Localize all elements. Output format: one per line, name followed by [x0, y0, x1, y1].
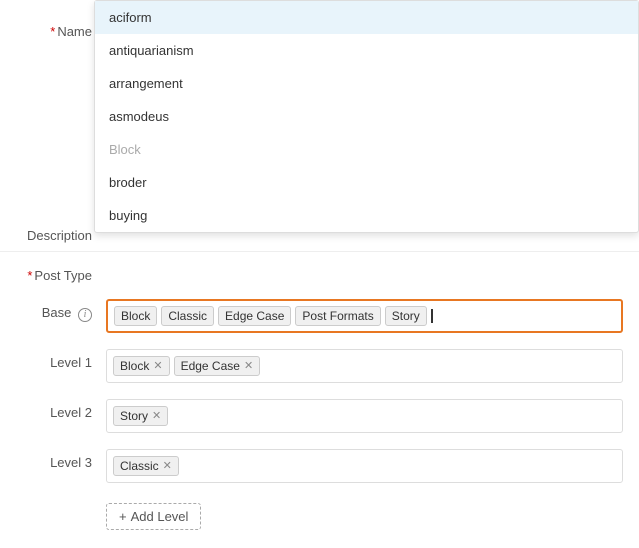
level2-row: Level 2 Story ✕	[0, 391, 639, 441]
level1-label: Level 1	[16, 349, 106, 370]
name-required: *	[50, 24, 55, 39]
base-row: Base i BlockClassicEdge CasePost Formats…	[0, 291, 639, 341]
dropdown-item: Block	[95, 133, 638, 166]
level3-row: Level 3 Classic ✕	[0, 441, 639, 491]
add-level-label: Add Level	[131, 509, 189, 524]
level2-field: Story ✕	[106, 399, 623, 433]
base-tags-input[interactable]: BlockClassicEdge CasePost FormatsStory	[106, 299, 623, 333]
level2-tags-input[interactable]: Story ✕	[106, 399, 623, 433]
tag-remove[interactable]: ✕	[163, 461, 172, 472]
base-field: BlockClassicEdge CasePost FormatsStory	[106, 299, 623, 333]
dropdown-item[interactable]: broder	[95, 166, 638, 199]
level1-row: Level 1 Block ✕Edge Case ✕	[0, 341, 639, 391]
add-level-field: + Add Level	[106, 499, 623, 530]
level1-tag: Edge Case ✕	[174, 356, 261, 376]
level1-field: Block ✕Edge Case ✕	[106, 349, 623, 383]
base-tag: Classic	[161, 306, 214, 326]
post-type-label: *Post Type	[16, 262, 106, 283]
level3-field: Classic ✕	[106, 449, 623, 483]
base-tag: Block	[114, 306, 157, 326]
add-level-spacer	[16, 499, 106, 505]
base-tag: Story	[385, 306, 427, 326]
dropdown-item[interactable]: arrangement	[95, 67, 638, 100]
name-row: *Name aciformantiquarianismarrangementas…	[0, 10, 639, 47]
dropdown-item[interactable]: buying	[95, 199, 638, 232]
text-cursor	[431, 309, 433, 323]
description-label: Description	[16, 222, 106, 243]
level2-tag: Story ✕	[113, 406, 168, 426]
dropdown-item[interactable]: asmodeus	[95, 100, 638, 133]
tag-remove[interactable]: ✕	[244, 361, 253, 372]
tag-remove[interactable]: ✕	[153, 361, 162, 372]
tag-remove[interactable]: ✕	[152, 411, 161, 422]
level2-label: Level 2	[16, 399, 106, 420]
name-label: *Name	[16, 18, 106, 39]
level3-tags-input[interactable]: Classic ✕	[106, 449, 623, 483]
add-level-button[interactable]: + Add Level	[106, 503, 201, 530]
add-level-icon: +	[119, 509, 127, 524]
level1-tag: Block ✕	[113, 356, 170, 376]
level1-tags-input[interactable]: Block ✕Edge Case ✕	[106, 349, 623, 383]
add-level-row: + Add Level	[0, 491, 639, 538]
dropdown-item[interactable]: antiquarianism	[95, 34, 638, 67]
form-container: *Name aciformantiquarianismarrangementas…	[0, 0, 639, 548]
dropdown-overlay: aciformantiquarianismarrangementasmodeus…	[94, 0, 639, 233]
base-tag: Post Formats	[295, 306, 380, 326]
post-type-required: *	[27, 268, 32, 283]
base-info-icon[interactable]: i	[78, 308, 92, 322]
base-label: Base i	[16, 299, 106, 322]
post-type-row: *Post Type	[0, 252, 639, 291]
level3-label: Level 3	[16, 449, 106, 470]
level3-tag: Classic ✕	[113, 456, 179, 476]
dropdown-item[interactable]: aciform	[95, 1, 638, 34]
base-tag: Edge Case	[218, 306, 291, 326]
